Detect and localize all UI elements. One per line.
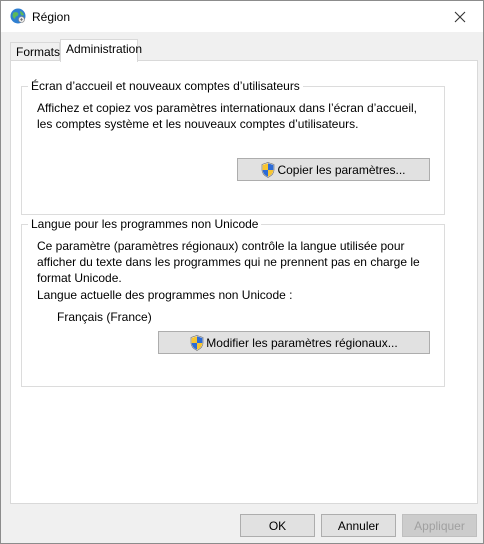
non-unicode-description-line1: Ce paramètre (paramètres régionaux) cont… [37, 239, 405, 253]
window-title: Région [32, 10, 71, 24]
close-icon [454, 11, 466, 22]
title-bar: Région [1, 1, 483, 32]
non-unicode-description-line3: format Unicode. [37, 271, 122, 285]
close-button[interactable] [437, 1, 483, 32]
change-system-locale-button[interactable]: Modifier les paramètres régionaux... [158, 331, 430, 354]
non-unicode-group-title: Langue pour les programmes non Unicode [28, 217, 262, 231]
non-unicode-group: Langue pour les programmes non Unicode C… [21, 217, 445, 387]
welcome-screen-group: Écran d’accueil et nouveaux comptes d’ut… [21, 79, 445, 215]
cancel-button[interactable]: Annuler [321, 514, 396, 537]
current-language-label: Langue actuelle des programmes non Unico… [37, 288, 293, 302]
welcome-group-title: Écran d’accueil et nouveaux comptes d’ut… [28, 79, 303, 93]
globe-icon [10, 8, 26, 24]
non-unicode-description-line2: afficher du texte dans les programmes qu… [37, 255, 420, 269]
copy-settings-button[interactable]: Copier les paramètres... [237, 158, 430, 181]
region-dialog: Région Formats Administration Écran d’ac… [0, 0, 484, 544]
administration-panel: Écran d’accueil et nouveaux comptes d’ut… [10, 60, 478, 504]
welcome-description-line1: Affichez et copiez vos paramètres intern… [37, 101, 417, 115]
change-system-locale-label: Modifier les paramètres régionaux... [206, 335, 398, 350]
apply-button[interactable]: Appliquer [402, 514, 477, 537]
welcome-description-line2: les comptes système et les nouveaux comp… [37, 117, 359, 131]
copy-settings-label: Copier les paramètres... [277, 162, 406, 177]
current-language-value: Français (France) [57, 310, 152, 324]
tab-administration[interactable]: Administration [60, 39, 142, 62]
uac-shield-icon [262, 161, 275, 178]
uac-shield-icon [190, 334, 204, 351]
tab-formats[interactable]: Formats [10, 42, 60, 62]
ok-button[interactable]: OK [240, 514, 315, 537]
